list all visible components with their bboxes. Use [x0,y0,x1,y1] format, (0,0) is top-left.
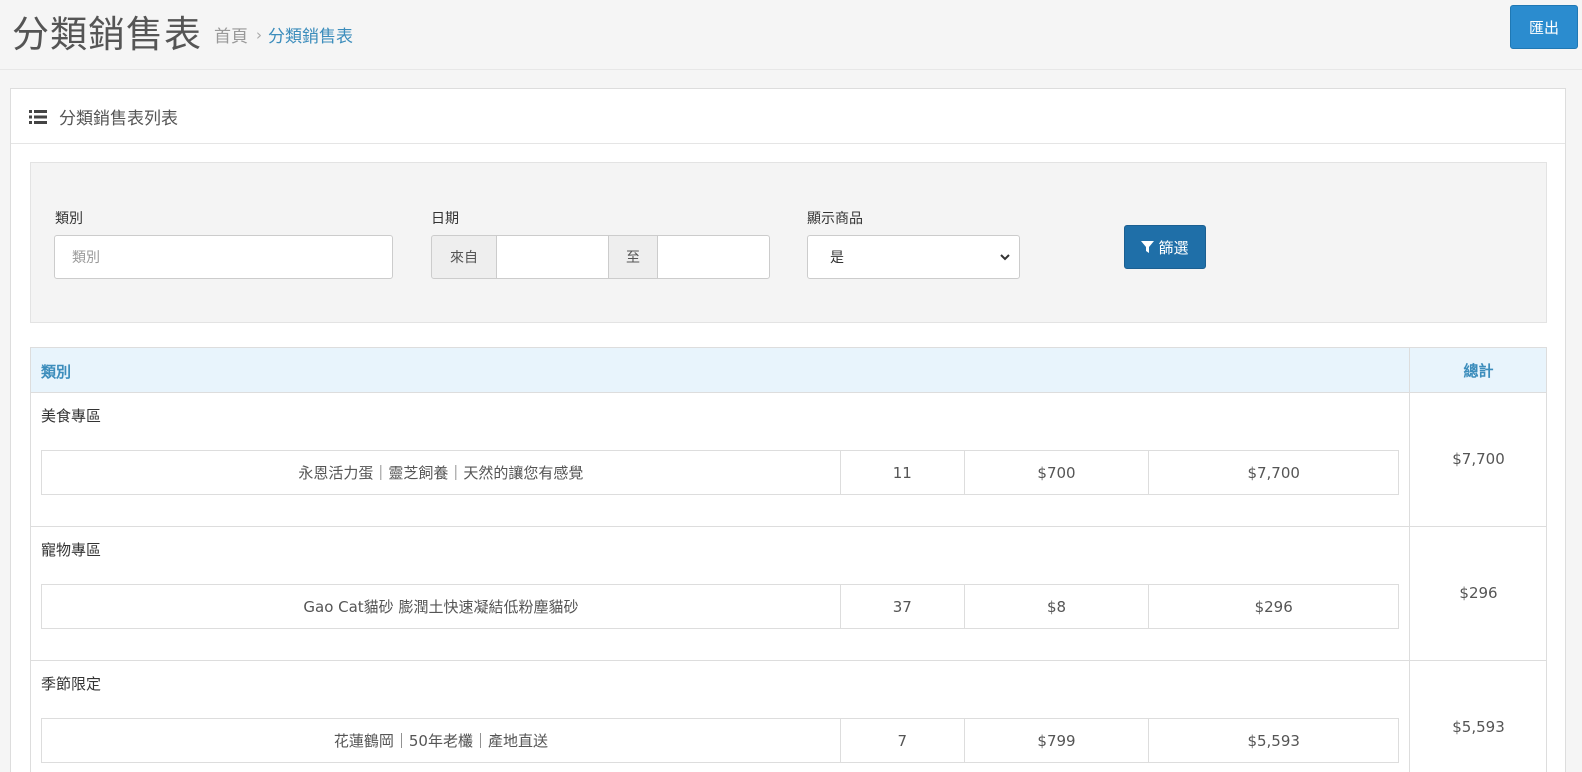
breadcrumb: 首頁 › 分類銷售表 [214,22,353,48]
filter-box: 類別 類別 日期 來自 至 顯示商品 是 篩選 [30,162,1547,323]
panel-heading-title: 分類銷售表列表 [59,108,178,129]
product-row: 花蓮鶴岡｜50年老欉｜產地直送 7 $799 $5,593 [41,718,1399,763]
filter-button[interactable]: 篩選 [1124,225,1206,269]
product-price: $8 [965,585,1150,628]
category-total: $7,700 [1409,393,1547,526]
product-qty: 7 [841,719,965,762]
date-to-input[interactable] [657,235,770,279]
category-total: $5,593 [1409,661,1547,772]
show-products-label: 顯示商品 [807,211,863,227]
category-name: 季節限定 [41,675,102,693]
date-from-input[interactable] [496,235,609,279]
category-name: 寵物專區 [41,541,102,559]
product-price: $799 [965,719,1150,762]
product-name: 花蓮鶴岡｜50年老欉｜產地直送 [42,719,841,762]
date-to-addon: 至 [608,235,658,279]
breadcrumb-separator: › [256,25,262,44]
export-button[interactable]: 匯出 [1510,5,1578,49]
product-subtotal: $296 [1254,597,1293,616]
product-qty: 11 [841,451,965,494]
product-name: Gao Cat貓砂 膨潤土快速凝結低粉塵貓砂 [42,585,841,628]
filter-icon [1141,240,1155,253]
product-subtotal: $5,593 [1247,731,1300,750]
category-name: 美食專區 [41,407,102,425]
breadcrumb-current-link[interactable]: 分類銷售表 [268,22,353,47]
date-filter-label: 日期 [431,211,459,227]
table-row: 寵物專區 Gao Cat貓砂 膨潤土快速凝結低粉塵貓砂 37 $8 $296 $… [31,527,1546,661]
table-row: 季節限定 花蓮鶴岡｜50年老欉｜產地直送 7 $799 $5,593 $5,59… [31,661,1546,772]
product-row: Gao Cat貓砂 膨潤土快速凝結低粉塵貓砂 37 $8 $296 [41,584,1399,629]
category-input[interactable]: 類別 [54,235,393,279]
chevron-down-icon [1000,254,1010,261]
product-price: $700 [965,451,1150,494]
product-name: 永恩活力蛋｜靈芝飼養｜天然的讓您有感覺 [42,451,841,494]
table-row: 美食專區 永恩活力蛋｜靈芝飼養｜天然的讓您有感覺 11 $700 $7,700 … [31,393,1546,527]
sales-table: 類別 總計 美食專區 永恩活力蛋｜靈芝飼養｜天然的讓您有感覺 11 $700 $… [30,347,1547,772]
panel-heading: 分類銷售表列表 [11,89,1565,144]
category-total: $296 [1409,527,1547,660]
header-total[interactable]: 總計 [1409,348,1547,392]
page-header: 分類銷售表 首頁 › 分類銷售表 匯出 [0,0,1582,70]
product-subtotal: $7,700 [1247,463,1300,482]
list-icon [29,109,47,124]
page-title: 分類銷售表 [12,13,202,56]
breadcrumb-home-link[interactable]: 首頁 [214,22,248,47]
show-products-select[interactable]: 是 [807,235,1020,279]
filter-button-label: 篩選 [1158,238,1189,257]
show-products-value: 是 [830,250,844,266]
product-row: 永恩活力蛋｜靈芝飼養｜天然的讓您有感覺 11 $700 $7,700 [41,450,1399,495]
category-filter-label: 類別 [55,211,83,227]
date-from-addon: 來自 [431,235,497,279]
header-category[interactable]: 類別 [41,361,71,382]
product-qty: 37 [841,585,965,628]
table-header: 類別 總計 [31,348,1546,393]
sales-panel: 分類銷售表列表 類別 類別 日期 來自 至 顯示商品 是 篩選 類別 總計 美食… [10,88,1566,772]
